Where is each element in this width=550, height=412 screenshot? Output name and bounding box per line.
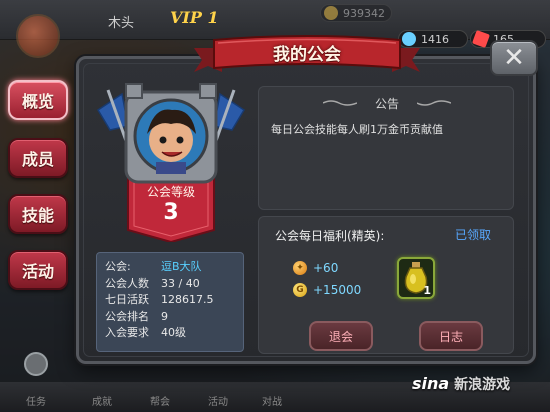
nav-task[interactable]: 任务 [26,393,46,408]
sina-watermark: sina 新浪游戏 [412,374,511,393]
tab-members[interactable]: 成员 [8,138,68,178]
tab-members-label: 成员 [21,150,54,169]
gold-value: 939342 [343,7,385,20]
tab-skills[interactable]: 技能 [8,194,68,234]
quit-guild-button[interactable]: 退会 [309,321,373,351]
tab-activities-label: 活动 [21,262,54,281]
reward-item-slot[interactable]: 1 [397,257,435,299]
gem-value: 1416 [421,33,449,46]
info-row-name: 公会: 逗B大队 [105,259,235,276]
notice-panel: 公告 每日公会技能每人刷1万金币贡献值 [258,86,514,210]
nav-battle[interactable]: 对战 [262,393,282,408]
nav-activity[interactable]: 活动 [208,393,228,408]
reward-contribution: ✦ +60 [293,259,338,277]
daily-welfare-panel: 公会每日福利(精英): 已领取 ✦ +60 G +15000 1 退会 日志 [258,216,514,354]
close-button[interactable]: ✕ [490,40,538,76]
tab-activities[interactable]: 活动 [8,250,68,290]
welfare-status: 已领取 [455,228,492,242]
reward-gold: G +15000 [293,281,361,299]
nav-guild[interactable]: 帮会 [150,393,170,408]
nav-achievement[interactable]: 成就 [92,393,112,408]
title-ribbon: 我的公会 [194,34,420,76]
gold-coin-icon: G [293,283,307,297]
notice-title: 公告 [374,97,399,111]
gold-counter: 939342 [320,4,392,22]
tab-skills-label: 技能 [21,206,54,225]
player-avatar[interactable] [16,14,60,58]
guild-level-value: 3 [163,200,179,225]
guild-level-label: 公会等级 [146,185,195,199]
info-row-rank: 公会排名 9 [105,309,168,323]
info-row-requirement: 入会要求 40级 [105,326,186,339]
notice-body: 每日公会技能每人刷1万金币贡献值 [271,123,443,136]
contribution-coin-icon: ✦ [293,261,307,275]
guild-log-button[interactable]: 日志 [419,321,483,351]
info-row-activity: 七日活跃 128617.5 [105,293,214,306]
guild-name: 逗B大队 [161,260,202,273]
task-icon[interactable] [24,352,48,376]
tab-overview[interactable]: 概览 [8,80,68,120]
info-row-members: 公会人数 33 / 40 [105,276,200,290]
dialog-title: 我的公会 [273,45,341,65]
ornament-right-icon [417,100,451,106]
vip-badge: VIP 1 [170,8,219,27]
guild-info-panel: 公会: 逗B大队 公会人数 33 / 40 七日活跃 128617.5 公会排名… [96,252,244,352]
player-name: 木头 [108,16,135,31]
item-count: 1 [423,284,431,297]
close-icon: ✕ [503,43,525,73]
welfare-title: 公会每日福利(精英): [275,229,385,243]
energy-icon [472,30,490,48]
tab-overview-label: 概览 [21,92,54,111]
gold-coin-icon [324,6,338,20]
